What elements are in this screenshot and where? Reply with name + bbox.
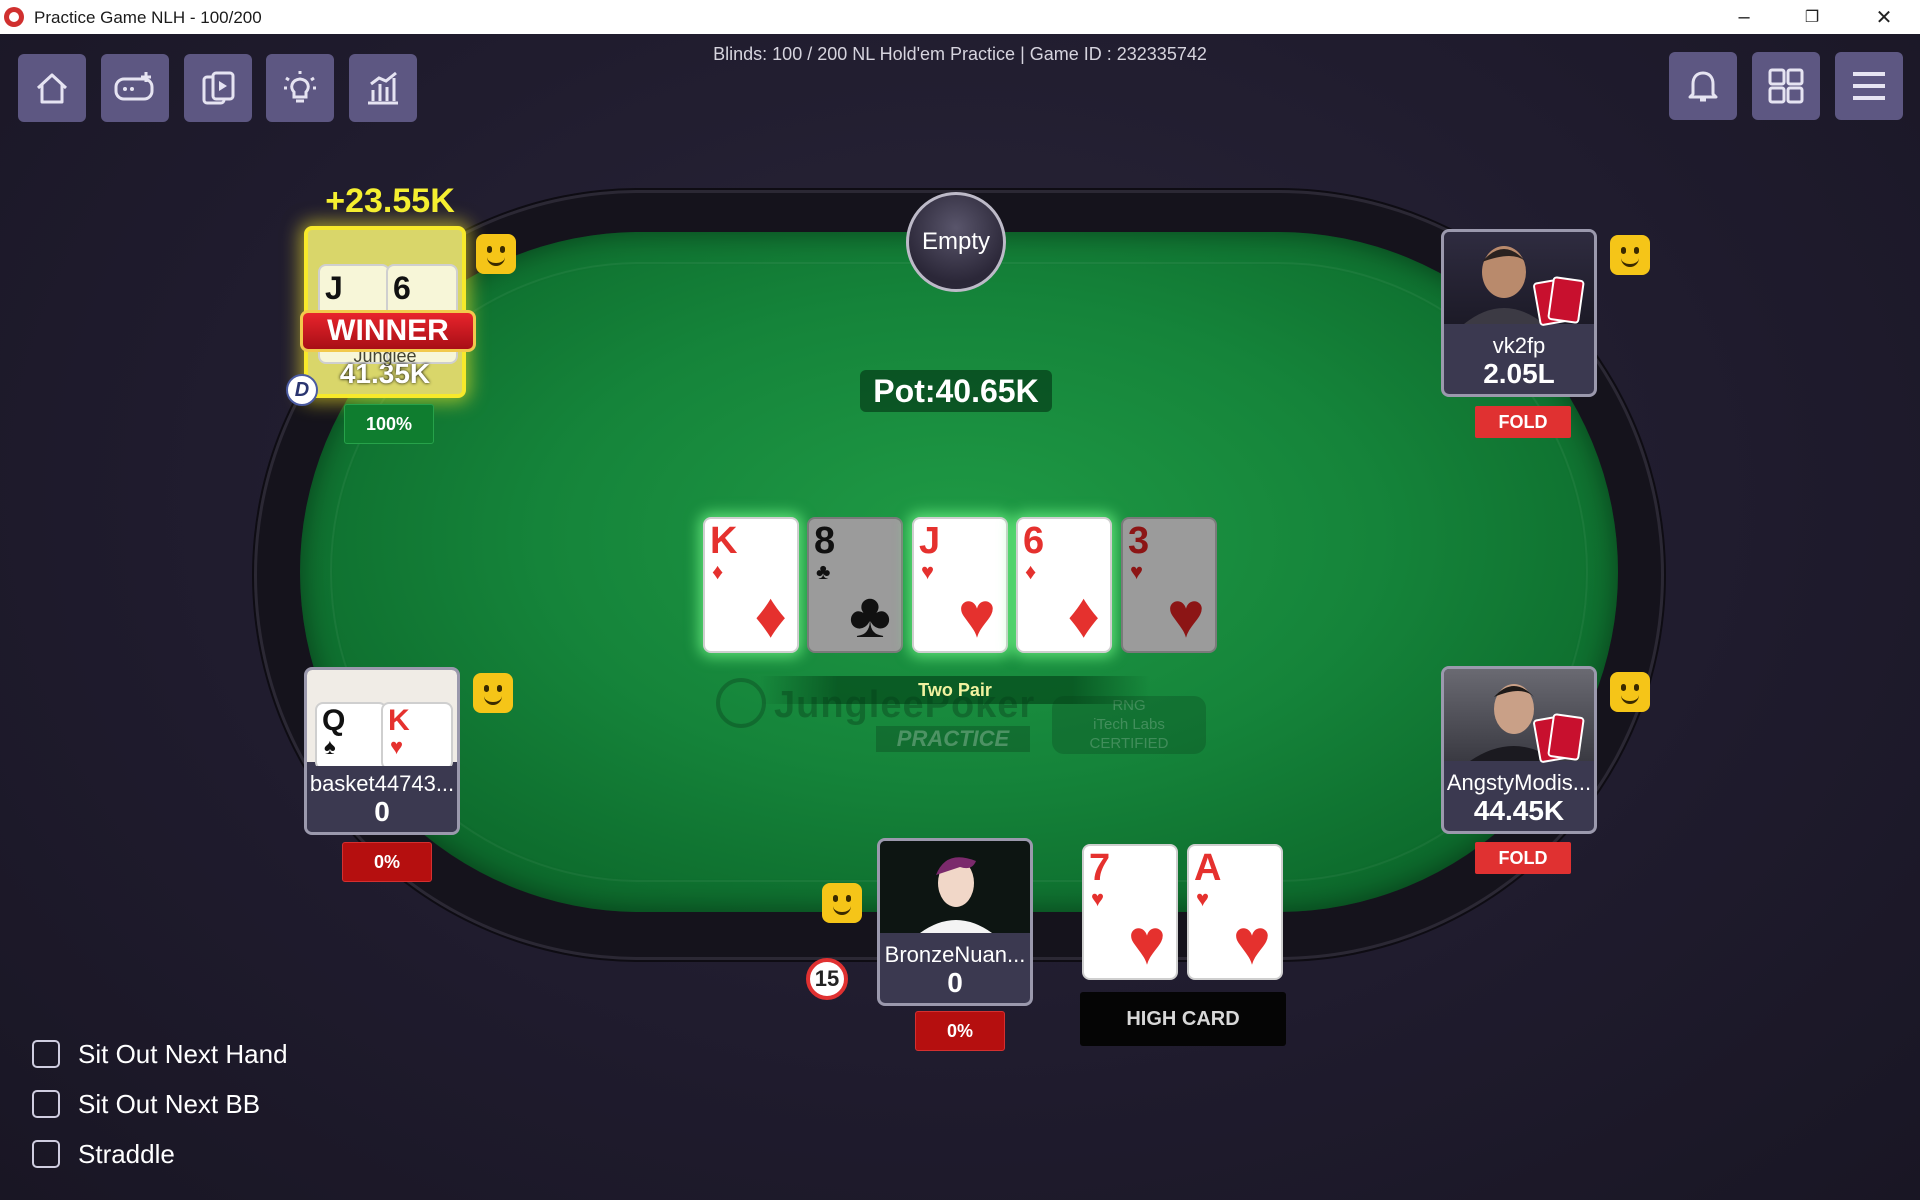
emoji-icon[interactable] xyxy=(1610,235,1650,275)
player-name: basket44743... xyxy=(309,771,455,796)
winner-gain: +23.55K xyxy=(325,182,455,220)
checkbox[interactable] xyxy=(32,1040,60,1068)
player-seat-vk2fp[interactable]: vk2fp 2.05L xyxy=(1441,229,1597,397)
player-stack: 0 xyxy=(374,796,390,827)
emoji-icon[interactable] xyxy=(822,883,862,923)
hand-rank-label: Two Pair xyxy=(760,676,1150,704)
add-game-icon xyxy=(114,72,154,101)
hero-card-1: 7 ♥ ♥ xyxy=(1082,844,1178,980)
player-name: vk2fp xyxy=(1492,333,1546,358)
checkbox[interactable] xyxy=(32,1090,60,1118)
player-stack: 0 xyxy=(947,967,963,998)
avatar xyxy=(880,841,1030,933)
board-card-3: J ♥ ♥ xyxy=(912,517,1008,653)
rng-lab-text: iTech Labs xyxy=(1093,716,1165,733)
player-name: BronzeNuan... xyxy=(884,942,1026,967)
restore-button[interactable]: ❐ xyxy=(1784,0,1840,34)
window-title: Practice Game NLH - 100/200 xyxy=(34,8,262,27)
fold-status: FOLD xyxy=(1475,842,1571,874)
winner-banner: WINNER xyxy=(300,310,476,352)
hero-hand-rank: HIGH CARD xyxy=(1080,992,1286,1046)
hero-equity: 0% xyxy=(915,1011,1005,1051)
player-seat-angsty[interactable]: AngstyModis... 44.45K xyxy=(1441,666,1597,834)
close-button[interactable]: ✕ xyxy=(1856,0,1912,34)
dealer-button: D xyxy=(286,374,318,406)
menu-button[interactable] xyxy=(1835,52,1903,120)
basket-card-2: K ♥ xyxy=(381,702,453,770)
rng-certified-badge: RNG iTech Labs CERTIFIED xyxy=(1052,696,1206,754)
player-stack: 2.05L xyxy=(1483,358,1555,389)
option-straddle[interactable]: Straddle xyxy=(32,1137,175,1171)
folded-cards-icon xyxy=(1532,712,1585,764)
title-bar: Practice Game NLH - 100/200 – ❐ ✕ xyxy=(0,0,1920,34)
watermark-practice: PRACTICE xyxy=(876,726,1030,752)
winner-equity: 100% xyxy=(344,404,434,444)
board-card-4: 6 ♦ ♦ xyxy=(1016,517,1112,653)
option-label: Sit Out Next BB xyxy=(78,1088,261,1119)
player-stack: 44.45K xyxy=(1473,795,1565,826)
minimize-button[interactable]: – xyxy=(1716,0,1772,34)
emoji-icon[interactable] xyxy=(476,234,516,274)
pot-amount: Pot:40.65K xyxy=(860,370,1052,412)
emoji-icon[interactable] xyxy=(473,673,513,713)
folded-cards-icon xyxy=(1532,275,1585,327)
option-label: Straddle xyxy=(78,1138,175,1169)
bell-icon xyxy=(1688,71,1718,102)
stats-icon xyxy=(368,71,398,105)
basket-equity: 0% xyxy=(342,842,432,882)
grid-icon xyxy=(1768,68,1804,104)
option-sit-out-next-bb[interactable]: Sit Out Next BB xyxy=(32,1087,260,1121)
rng-certified-text: CERTIFIED xyxy=(1089,735,1169,752)
cards-icon xyxy=(202,71,235,105)
hero-card-2: A ♥ ♥ xyxy=(1187,844,1283,980)
player-name: AngstyModis... xyxy=(1446,770,1592,795)
basket-card-1: Q ♠ xyxy=(315,702,387,770)
player-seat-basket[interactable]: Q ♠ K ♥ basket44743... 0 xyxy=(304,667,460,835)
emoji-icon[interactable] xyxy=(1610,672,1650,712)
notifications-button[interactable] xyxy=(1669,52,1737,120)
checkbox[interactable] xyxy=(32,1140,60,1168)
blinds-info: Blinds: 100 / 200 NL Hold'em Practice | … xyxy=(713,44,1207,64)
option-sit-out-next-hand[interactable]: Sit Out Next Hand xyxy=(32,1037,288,1071)
menu-icon xyxy=(1853,72,1885,100)
player-seat-hero[interactable]: BronzeNuan... 0 xyxy=(877,838,1033,1006)
board-card-5: 3 ♥ ♥ xyxy=(1121,517,1217,653)
fold-status: FOLD xyxy=(1475,406,1571,438)
turn-timer: 15 xyxy=(806,958,848,1000)
app-logo-icon xyxy=(4,7,24,27)
lightbulb-icon xyxy=(284,71,316,103)
watermark-logo-icon xyxy=(716,678,766,728)
board-card-2: 8 ♣ ♣ xyxy=(807,517,903,653)
empty-seat-button[interactable]: Empty xyxy=(906,192,1006,292)
home-icon xyxy=(36,73,68,104)
table-grid-button[interactable] xyxy=(1752,52,1820,120)
board-card-1: K ♦ ♦ xyxy=(703,517,799,653)
option-label: Sit Out Next Hand xyxy=(78,1038,288,1069)
